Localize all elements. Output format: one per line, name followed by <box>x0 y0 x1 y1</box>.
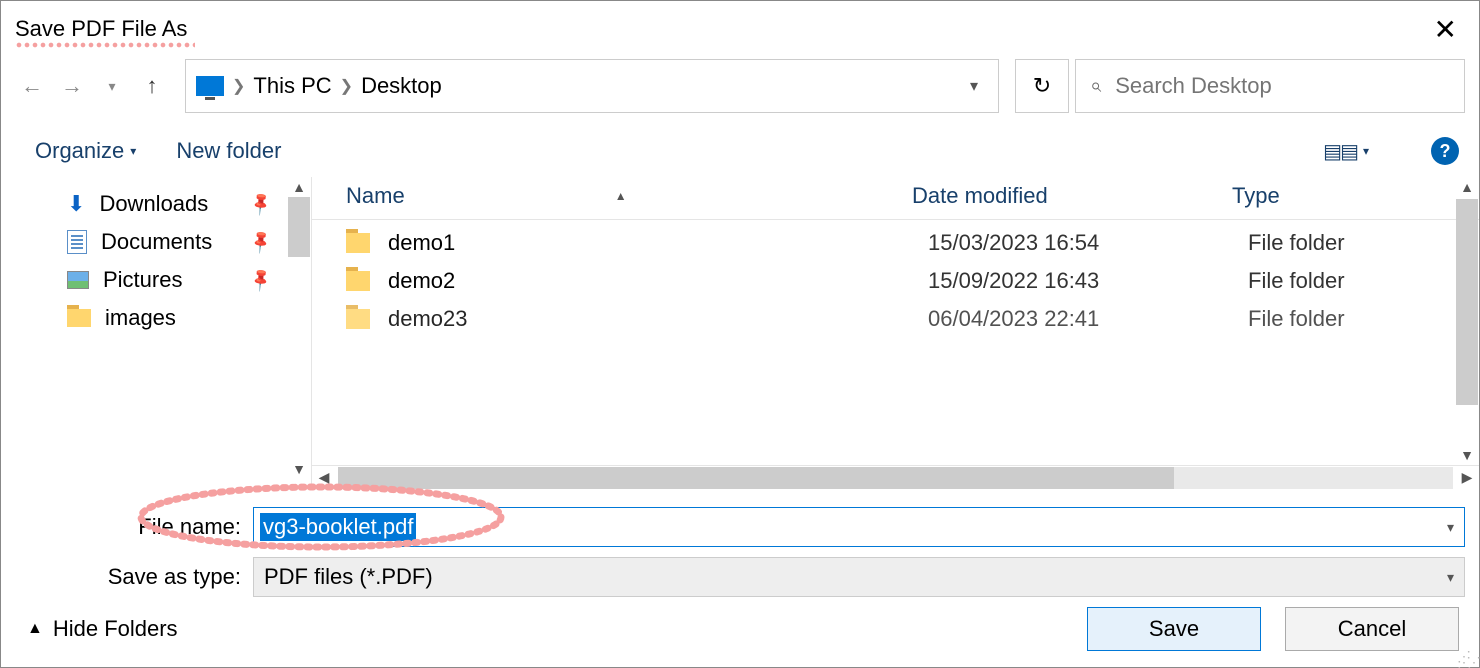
scroll-down-icon[interactable]: ▼ <box>292 459 306 479</box>
file-hscrollbar[interactable]: ◀ ▶ <box>312 465 1479 489</box>
sidebar-item-label: Downloads <box>99 191 208 217</box>
breadcrumb-dropdown-icon[interactable]: ▾ <box>960 76 988 96</box>
file-row[interactable]: demo2 15/09/2022 16:43 File folder <box>346 262 1479 300</box>
search-icon: ⌕ <box>1090 75 1101 98</box>
chevron-right-icon: ❯ <box>232 76 245 96</box>
file-date: 15/03/2023 16:54 <box>928 230 1248 256</box>
chevron-down-icon: ▾ <box>130 144 136 158</box>
file-name: demo1 <box>388 230 928 256</box>
scroll-thumb[interactable] <box>1456 199 1478 405</box>
column-type[interactable]: Type <box>1232 183 1479 209</box>
download-icon: ⬇ <box>67 191 85 217</box>
file-name: demo23 <box>388 306 928 332</box>
cancel-button[interactable]: Cancel <box>1285 607 1459 651</box>
folder-icon <box>346 233 370 253</box>
file-name-label: File name: <box>15 514 253 540</box>
chevron-right-icon: ❯ <box>340 76 353 96</box>
annotation-underline <box>15 41 195 49</box>
chevron-up-icon: ▲ <box>27 620 43 638</box>
sort-asc-icon: ▲ <box>615 189 627 203</box>
file-vscrollbar[interactable]: ▲ ▼ <box>1455 177 1479 465</box>
breadcrumb[interactable]: ❯ This PC ❯ Desktop ▾ <box>185 59 999 113</box>
resize-grip-icon[interactable]: ⋰⋰⋰ <box>1457 653 1477 665</box>
new-folder-button[interactable]: New folder <box>176 138 281 164</box>
view-options-button[interactable]: ▤▤ ▾ <box>1323 139 1369 164</box>
list-view-icon: ▤▤ <box>1323 139 1357 164</box>
body: ⬇ Downloads 📌 Documents 📌 Pictures 📌 ima <box>1 177 1479 489</box>
column-date[interactable]: Date modified <box>912 183 1232 209</box>
scroll-right-icon[interactable]: ▶ <box>1455 469 1479 486</box>
document-icon <box>67 230 87 254</box>
this-pc-icon <box>196 76 224 96</box>
sidebar-scrollbar[interactable]: ▲ ▼ <box>287 177 311 479</box>
pin-icon: 📌 <box>247 266 275 294</box>
refresh-icon[interactable]: ↻ <box>1015 59 1069 113</box>
dialog-title: Save PDF File As <box>15 16 187 42</box>
file-name: demo2 <box>388 268 928 294</box>
form-area: File name: vg3-booklet.pdf ▾ Save as typ… <box>1 489 1479 607</box>
scroll-thumb[interactable] <box>288 197 310 257</box>
scroll-up-icon[interactable]: ▲ <box>1460 177 1474 197</box>
scroll-up-icon[interactable]: ▲ <box>292 177 306 197</box>
picture-icon <box>67 271 89 289</box>
pin-icon: 📌 <box>247 190 275 218</box>
save-dialog: Save PDF File As ✕ ← → ▾ ↑ ❯ This PC ❯ D… <box>0 0 1480 668</box>
sidebar-item-documents[interactable]: Documents 📌 <box>67 223 311 261</box>
footer: ▲ Hide Folders Save Cancel <box>1 607 1479 667</box>
save-type-label: Save as type: <box>15 564 253 590</box>
search-input[interactable] <box>1115 73 1450 99</box>
organize-button[interactable]: Organize ▾ <box>35 138 136 164</box>
organize-label: Organize <box>35 138 124 164</box>
chevron-down-icon[interactable]: ▾ <box>1447 519 1454 536</box>
file-name-value: vg3-booklet.pdf <box>260 513 416 541</box>
save-button[interactable]: Save <box>1087 607 1261 651</box>
file-date: 06/04/2023 22:41 <box>928 306 1248 332</box>
file-area: Name ▲ Date modified Type demo1 15/03/20… <box>311 177 1479 489</box>
folder-icon <box>346 309 370 329</box>
save-type-select[interactable]: PDF files (*.PDF) ▾ <box>253 557 1465 597</box>
scroll-down-icon[interactable]: ▼ <box>1460 445 1474 465</box>
recent-dropdown-icon[interactable]: ▾ <box>95 69 129 103</box>
file-type: File folder <box>1248 230 1479 256</box>
file-type: File folder <box>1248 268 1479 294</box>
column-name[interactable]: Name ▲ <box>346 183 912 209</box>
file-row[interactable]: demo23 06/04/2023 22:41 File folder <box>346 300 1479 338</box>
column-headers: Name ▲ Date modified Type <box>312 177 1479 220</box>
titlebar: Save PDF File As ✕ <box>1 1 1479 49</box>
sidebar-item-images[interactable]: images <box>67 299 311 337</box>
sidebar-item-downloads[interactable]: ⬇ Downloads 📌 <box>67 185 311 223</box>
forward-icon[interactable]: → <box>55 69 89 103</box>
folder-icon <box>346 271 370 291</box>
pin-icon: 📌 <box>247 228 275 256</box>
folder-icon <box>67 309 91 327</box>
file-row[interactable]: demo1 15/03/2023 16:54 File folder <box>346 224 1479 262</box>
save-type-value: PDF files (*.PDF) <box>264 564 433 590</box>
back-icon[interactable]: ← <box>15 69 49 103</box>
sidebar-item-pictures[interactable]: Pictures 📌 <box>67 261 311 299</box>
file-name-input[interactable]: vg3-booklet.pdf ▾ <box>253 507 1465 547</box>
sidebar-item-label: Documents <box>101 229 212 255</box>
file-date: 15/09/2022 16:43 <box>928 268 1248 294</box>
breadcrumb-desktop[interactable]: Desktop <box>361 73 442 99</box>
file-rows: demo1 15/03/2023 16:54 File folder demo2… <box>312 220 1479 465</box>
sidebar-item-label: Pictures <box>103 267 182 293</box>
new-folder-label: New folder <box>176 138 281 164</box>
hide-folders-button[interactable]: ▲ Hide Folders <box>27 616 178 642</box>
scroll-left-icon[interactable]: ◀ <box>312 469 336 486</box>
sidebar: ⬇ Downloads 📌 Documents 📌 Pictures 📌 ima <box>1 177 311 489</box>
hide-folders-label: Hide Folders <box>53 616 178 642</box>
close-icon[interactable]: ✕ <box>1426 11 1465 48</box>
scroll-thumb[interactable] <box>338 467 1174 489</box>
file-type: File folder <box>1248 306 1479 332</box>
breadcrumb-this-pc[interactable]: This PC <box>253 73 331 99</box>
help-icon[interactable]: ? <box>1431 137 1459 165</box>
toolbar: Organize ▾ New folder ▤▤ ▾ ? <box>1 127 1479 177</box>
nav-row: ← → ▾ ↑ ❯ This PC ❯ Desktop ▾ ↻ ⌕ <box>1 49 1479 127</box>
chevron-down-icon[interactable]: ▾ <box>1447 569 1454 586</box>
sidebar-item-label: images <box>105 305 176 331</box>
search-box[interactable]: ⌕ <box>1075 59 1465 113</box>
chevron-down-icon: ▾ <box>1363 144 1369 158</box>
up-icon[interactable]: ↑ <box>135 69 169 103</box>
